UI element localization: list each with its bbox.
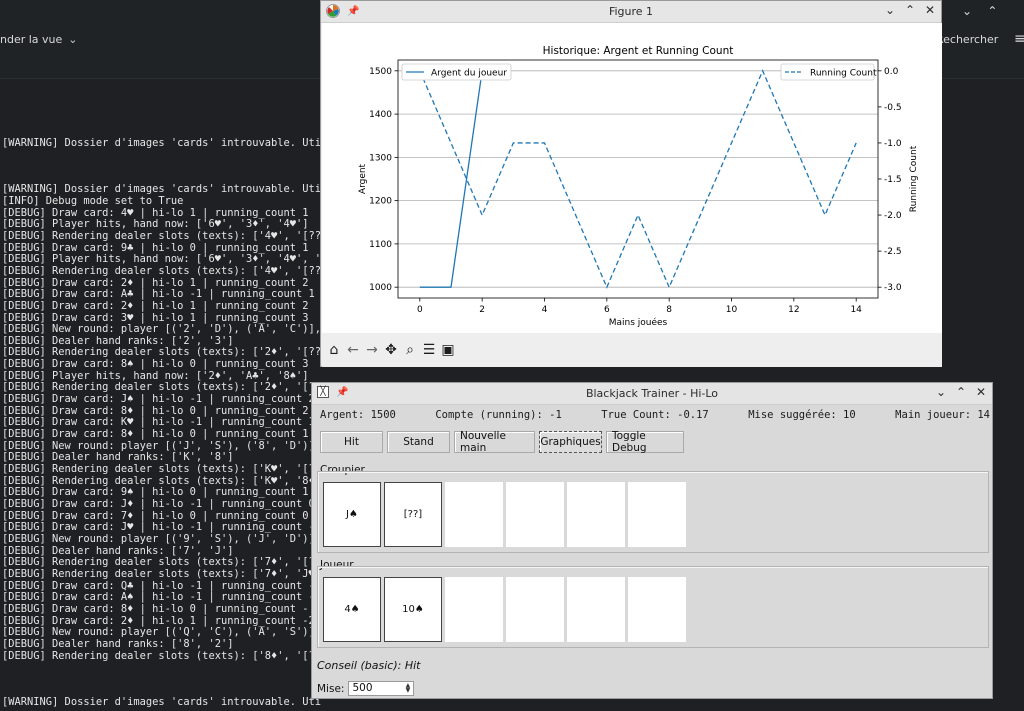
bet-value: 500: [352, 682, 373, 694]
y-tick-label: 1100: [369, 240, 392, 250]
player-group: 4♠ 10♠: [317, 566, 989, 648]
blackjack-title: Blackjack Trainer - Hi-Lo: [585, 387, 719, 400]
graphs-button[interactable]: Graphiques: [539, 431, 602, 453]
maximize-icon[interactable]: ⌃: [905, 3, 915, 17]
chevron-down-icon: ⌄: [68, 33, 78, 46]
y-tick-label: 1400: [369, 110, 392, 120]
y-tick-label: 1300: [369, 153, 392, 163]
dealer-group: J♠ [??]: [317, 471, 989, 553]
dealer-card-slots: J♠ [??]: [323, 482, 686, 547]
close-icon[interactable]: ✕: [925, 3, 935, 17]
player-card-slot: 4♠: [323, 577, 381, 642]
dealer-card-slot: [445, 482, 503, 547]
y-right-tick-label: -2.0: [884, 211, 902, 221]
dealer-card-slot: J♠: [323, 482, 381, 547]
blackjack-titlebar: ╳ 📌 Blackjack Trainer - Hi-Lo ⌄ ⌃ ✕: [312, 383, 992, 405]
y-tick-label: 1500: [369, 67, 392, 77]
dealer-card-slot: [628, 482, 686, 547]
player-hand-total-label: Main joueur: 14: [895, 409, 990, 421]
view-menu-label: nder la vue: [0, 33, 63, 46]
y-right-axis-label: Running Count: [909, 145, 919, 212]
home-icon[interactable]: ⌂: [326, 342, 342, 358]
status-bar: Argent: 1500 Compte (running): -1 True C…: [320, 409, 990, 421]
forward-arrow-icon[interactable]: →: [364, 342, 380, 358]
toggle-debug-button[interactable]: Toggle Debug: [606, 430, 684, 454]
x-tick-label: 4: [542, 305, 548, 315]
y-axis-label: Argent: [358, 163, 368, 194]
figure-window: 📌 Figure 1 ⌄ ⌃ ✕ 0 2 4 6 8 10 12 14 1000 1100 1200…: [320, 0, 942, 367]
pan-icon[interactable]: ✥: [383, 342, 399, 358]
history-chart: 0 2 4 6 8 10 12 14 1000 1100 1200 1300 1400 1500 0.0 -0…: [358, 45, 919, 328]
y-right-tick-label: -1.0: [884, 139, 902, 149]
minimize-icon[interactable]: ⌄: [885, 3, 895, 17]
figure-title: Figure 1: [608, 5, 654, 18]
bet-label: Mise:: [317, 682, 345, 695]
true-count-label: True Count: -0.17: [601, 409, 709, 421]
view-menu[interactable]: nder la vue ⌄: [0, 33, 78, 46]
x-tick-label: 6: [604, 305, 610, 315]
terminal-window-controls: ⌄ ⌃: [962, 4, 998, 18]
y-tick-label: 1000: [369, 283, 392, 293]
x-tick-label: 8: [666, 305, 672, 315]
action-buttons: Hit Stand Nouvelle main Graphiques Toggl…: [320, 430, 684, 454]
dealer-card-slot: [567, 482, 625, 547]
player-card-slot: [445, 577, 503, 642]
figure-titlebar: 📌 Figure 1 ⌄ ⌃ ✕: [321, 1, 941, 23]
back-arrow-icon[interactable]: ←: [345, 342, 361, 358]
chart-title: Historique: Argent et Running Count: [543, 45, 734, 57]
hit-button[interactable]: Hit: [320, 431, 383, 453]
zoom-icon[interactable]: ⌕: [402, 342, 418, 358]
x-tick-label: 10: [726, 305, 738, 315]
player-card-slot: [628, 577, 686, 642]
player-card-slot: [506, 577, 564, 642]
blackjack-window: ╳ 📌 Blackjack Trainer - Hi-Lo ⌄ ⌃ ✕ Arge…: [311, 382, 993, 699]
close-icon[interactable]: ✕: [976, 385, 986, 399]
running-count-line: [419, 69, 857, 289]
maximize-icon[interactable]: ⌃: [956, 385, 966, 399]
y-right-tick-label: 0.0: [884, 67, 899, 77]
y-right-tick-label: -2.5: [884, 247, 902, 257]
spin-arrows-icon[interactable]: ▲ ▼: [403, 683, 412, 694]
x-axis-label: Mains jouées: [609, 317, 668, 328]
money-line: [419, 70, 483, 288]
stand-button[interactable]: Stand: [387, 431, 450, 453]
suggested-bet-label: Mise suggérée: 10: [748, 409, 856, 421]
new-hand-button[interactable]: Nouvelle main: [454, 430, 535, 454]
y-right-tick-label: -0.5: [884, 103, 902, 113]
player-card-slot: 10♠: [384, 577, 442, 642]
figure-toolbar: ⌂ ← → ✥ ⌕ ☰ ▣: [322, 333, 942, 367]
bet-spinbox[interactable]: 500 ▲ ▼: [348, 681, 415, 696]
dealer-card-slot: [506, 482, 564, 547]
hamburger-menu-icon[interactable]: ≡: [1014, 31, 1024, 47]
legend-left-label: Argent du joueur: [431, 69, 507, 79]
search-button[interactable]: Rechercher: [936, 33, 998, 46]
x-tick-label: 0: [417, 305, 423, 315]
y-right-tick-label: -3.0: [884, 283, 902, 293]
x-tick-label: 2: [479, 305, 485, 315]
figure-canvas[interactable]: 0 2 4 6 8 10 12 14 1000 1100 1200 1300 1400 1500 0.0 -0…: [322, 23, 942, 333]
player-card-slots: 4♠ 10♠: [323, 577, 686, 642]
running-count-label: Compte (running): -1: [435, 409, 562, 421]
player-card-slot: [567, 577, 625, 642]
legend-right-label: Running Count: [810, 69, 877, 79]
y-right-tick-label: -1.5: [884, 175, 902, 185]
x-tick-label: 14: [850, 305, 862, 315]
x-tick-label: 12: [788, 305, 799, 315]
search-label: Rechercher: [936, 33, 999, 46]
configure-subplots-icon[interactable]: ☰: [421, 342, 437, 358]
dealer-card-slot: [??]: [384, 482, 442, 547]
bet-row: Mise: 500 ▲ ▼: [317, 681, 415, 696]
advice-text: Conseil (basic): Hit: [317, 659, 421, 672]
minimize-icon[interactable]: ⌄: [936, 385, 946, 399]
y-tick-label: 1200: [369, 197, 392, 207]
save-icon[interactable]: ▣: [440, 342, 456, 358]
plot-frame: [397, 59, 879, 299]
money-label: Argent: 1500: [320, 409, 396, 421]
